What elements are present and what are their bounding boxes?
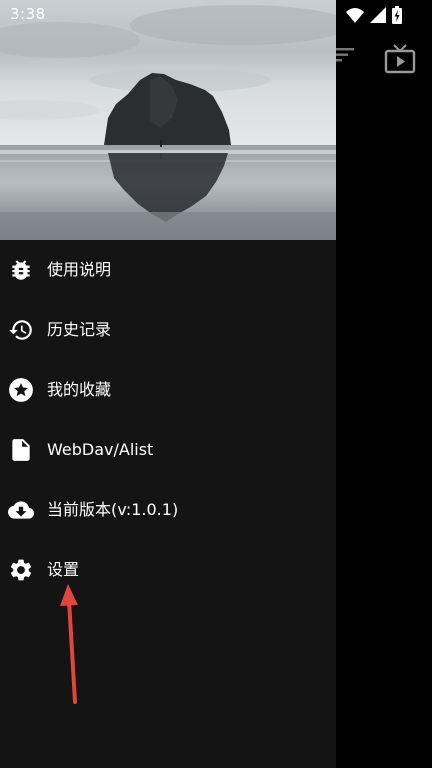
menu-item-label: 使用说明 [47, 260, 112, 279]
battery-charging-icon [392, 6, 402, 24]
annotation-arrow [60, 584, 78, 704]
background-app [336, 0, 432, 768]
file-icon [8, 437, 34, 463]
gear-icon [8, 557, 34, 583]
menu-item-label: 设置 [47, 560, 80, 579]
filter-icon[interactable] [336, 48, 354, 62]
status-bar: 3:38 [0, 0, 432, 30]
menu-item-label: 我的收藏 [47, 380, 112, 399]
screen: 使用说明 历史记录 我的收藏 WebDav/Alist 当前版本(v:1.0.1… [0, 0, 432, 768]
menu-item-label: 当前版本(v:1.0.1) [47, 500, 179, 519]
tv-play-icon[interactable] [384, 42, 416, 74]
menu-item-history[interactable]: 历史记录 [0, 300, 336, 360]
header-landscape-image [0, 0, 336, 240]
status-icons [346, 6, 402, 24]
menu-item-instructions[interactable]: 使用说明 [0, 240, 336, 300]
status-time: 3:38 [10, 5, 46, 23]
menu-item-webdav[interactable]: WebDav/Alist [0, 420, 336, 480]
menu-item-version[interactable]: 当前版本(v:1.0.1) [0, 480, 336, 540]
history-icon [8, 317, 34, 343]
drawer-menu: 使用说明 历史记录 我的收藏 WebDav/Alist 当前版本(v:1.0.1… [0, 240, 336, 600]
menu-item-label: WebDav/Alist [47, 440, 154, 459]
menu-item-favorites[interactable]: 我的收藏 [0, 360, 336, 420]
star-icon [8, 377, 34, 403]
wifi-icon [346, 8, 364, 23]
bug-icon [8, 257, 34, 283]
menu-item-settings[interactable]: 设置 [0, 540, 336, 600]
navigation-drawer: 使用说明 历史记录 我的收藏 WebDav/Alist 当前版本(v:1.0.1… [0, 0, 336, 768]
cell-signal-icon [370, 7, 386, 23]
menu-item-label: 历史记录 [47, 320, 112, 339]
cloud-download-icon [8, 497, 34, 523]
